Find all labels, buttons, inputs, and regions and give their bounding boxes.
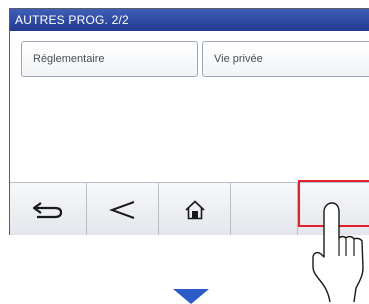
regulatory-button[interactable]: Réglementaire <box>21 41 198 77</box>
screen-title: AUTRES PROG. 2/2 <box>15 13 129 27</box>
back-button[interactable] <box>10 183 87 235</box>
previous-icon <box>108 200 134 219</box>
option-buttons: Réglementaire Vie privée <box>10 34 369 78</box>
home-button[interactable] <box>159 183 231 235</box>
down-arrow-icon <box>173 289 209 304</box>
back-icon <box>32 201 63 218</box>
privacy-button[interactable]: Vie privée <box>202 41 369 77</box>
empty-toolbar-slot <box>231 183 298 235</box>
previous-button[interactable] <box>87 183 159 235</box>
home-icon <box>184 199 205 219</box>
title-bar: AUTRES PROG. 2/2 <box>10 9 369 31</box>
pointing-hand-icon <box>312 202 364 303</box>
